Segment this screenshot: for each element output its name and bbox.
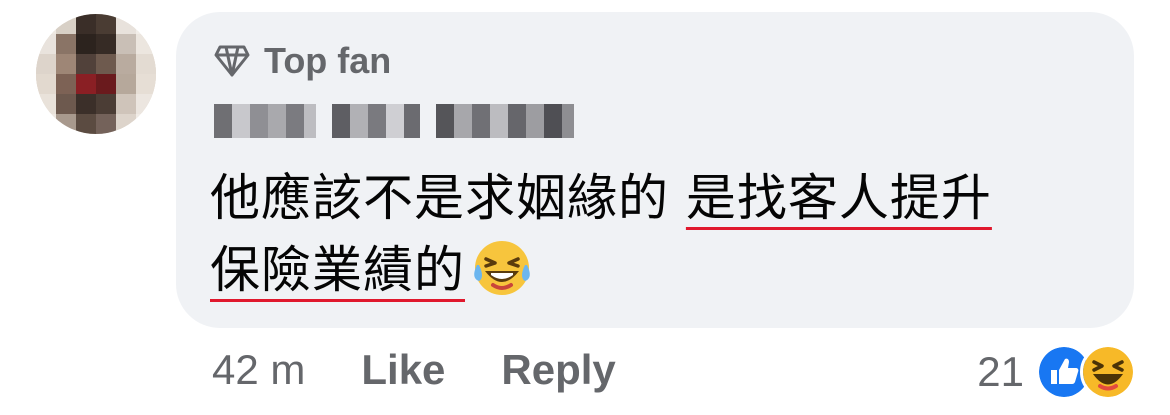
diamond-icon (214, 45, 250, 77)
avatar-image (36, 14, 156, 134)
top-fan-badge: Top fan (214, 40, 391, 82)
comment-text: 他應該不是求姻緣的 是找客人提升 保險業績的 (210, 162, 1110, 306)
obscured-name-part (214, 104, 316, 138)
comment-underlined-text: 保險業績的 (210, 241, 465, 299)
comment-root: Top fan 他應該不是求姻緣的 是找客人提升 保險業績的 42 m Like… (0, 0, 1170, 415)
laughing-with-tears-emoji (474, 241, 530, 295)
comment-text-part: 他應該不是求姻緣的 (210, 169, 686, 227)
comment-timestamp[interactable]: 42 m (212, 346, 305, 394)
comment-actions: 42 m Like Reply (212, 346, 616, 394)
author-name-obscured[interactable] (214, 104, 574, 138)
comment-bubble: Top fan 他應該不是求姻緣的 是找客人提升 保險業績的 (176, 12, 1134, 328)
top-fan-label: Top fan (264, 40, 392, 81)
reaction-summary[interactable]: 21 (977, 344, 1136, 400)
reply-button[interactable]: Reply (501, 346, 615, 394)
comment-underlined-text: 是找客人提升 (685, 169, 992, 227)
like-button[interactable]: Like (361, 346, 445, 394)
haha-icon (1080, 344, 1136, 400)
obscured-name-part (436, 104, 574, 138)
obscured-name-part (332, 104, 420, 138)
reaction-count: 21 (977, 348, 1024, 395)
avatar[interactable] (36, 14, 156, 134)
